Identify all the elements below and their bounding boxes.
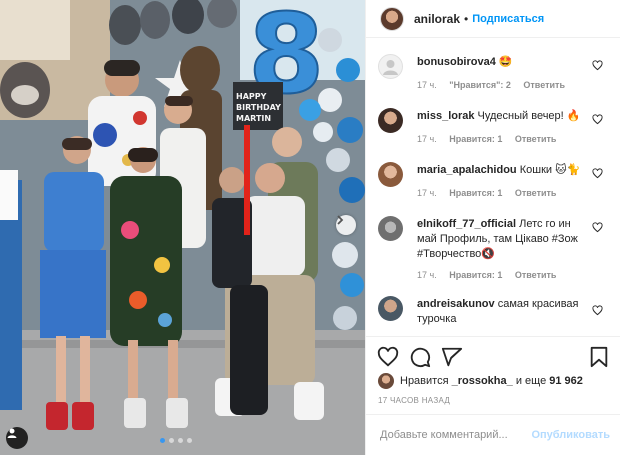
comment-username[interactable]: bonusobirova4 (417, 56, 496, 68)
avatar[interactable] (378, 162, 403, 187)
hashtag-link[interactable]: #Творчество (417, 248, 481, 260)
publish-button[interactable]: Опубликовать (531, 429, 610, 441)
comment-meta: 17 ч. Нравится: 1 Ответить (417, 134, 566, 144)
post-side-panel: anilorak • Подписаться bonusobirova4 🤩 1… (365, 0, 620, 455)
like-comment-heart-icon[interactable] (592, 168, 603, 179)
comment-username[interactable]: maria_apalachidou (417, 164, 517, 176)
comment-bubble-icon[interactable] (409, 346, 431, 368)
comment-meta: 17 ч. Нравится: 1 Ответить (417, 188, 566, 198)
carousel-dot (160, 438, 165, 443)
chevron-right-icon (337, 215, 344, 225)
comment-likes[interactable]: Нравится: 1 (449, 188, 502, 198)
comment-meta: 17 ч. Нравится: 1 Ответить (417, 270, 566, 280)
sign-line-1: HAPPY (236, 92, 267, 101)
comment-emoji: 🔇 (481, 248, 495, 260)
like-comment-heart-icon[interactable] (592, 222, 603, 233)
comment-item: miss_lorak Чудесный вечер! 🔥 17 ч. Нрави… (366, 108, 620, 148)
like-comment-heart-icon[interactable] (592, 305, 603, 316)
carousel-dot (187, 438, 192, 443)
comment-body: miss_lorak Чудесный вечер! 🔥 (417, 109, 590, 124)
carousel-indicator (160, 438, 192, 443)
like-heart-icon[interactable] (377, 346, 399, 368)
avatar[interactable] (378, 373, 394, 389)
likes-count[interactable]: 91 962 (549, 375, 583, 387)
comment-item: bonusobirova4 🤩 17 ч. "Нравится": 2 Отве… (366, 54, 620, 94)
comment-body: andreisakunov самая красивая турочка (417, 297, 590, 327)
instagram-post-frame: 8 HAPPY BIRTHDAY MARTIN anilorak • Подпи… (0, 0, 620, 455)
hashtag-link[interactable]: #Зож (552, 233, 578, 245)
like-comment-heart-icon[interactable] (592, 114, 603, 125)
carousel-dot (169, 438, 174, 443)
share-direct-icon[interactable] (441, 346, 463, 368)
reply-button[interactable]: Ответить (515, 270, 557, 280)
comment-item: elnikoff_77_official Летс го ин май Проф… (366, 216, 620, 286)
comment-text: Кошки 🐱🐈 (519, 164, 581, 176)
comment-text: 🤩 (498, 56, 513, 68)
comment-time[interactable]: 17 ч. (417, 80, 437, 90)
sign-line-3: MARTIN (236, 114, 271, 123)
user-icon (7, 428, 17, 438)
like-comment-heart-icon[interactable] (592, 60, 603, 71)
comment-body: maria_apalachidou Кошки 🐱🐈 (417, 163, 590, 178)
comment-item: maria_apalachidou Кошки 🐱🐈 17 ч. Нравитс… (366, 162, 620, 202)
comment-meta: 17 ч. "Нравится": 2 Ответить (417, 80, 575, 90)
sign-line-2: BIRTHDAY (236, 103, 281, 112)
comment-username[interactable]: elnikoff_77_official (417, 218, 516, 230)
likes-prefix: Нравится (400, 375, 449, 387)
post-actions-bar (366, 336, 620, 375)
post-header: anilorak • Подписаться (366, 0, 620, 38)
author-username[interactable]: anilorak (414, 12, 460, 26)
avatar[interactable] (378, 296, 403, 321)
comment-username[interactable]: miss_lorak (417, 110, 474, 122)
reply-button[interactable]: Ответить (523, 80, 565, 90)
comment-item: andreisakunov самая красивая турочка (366, 296, 620, 336)
likes-middle: и еще (515, 375, 547, 387)
photo-illustration: 8 HAPPY BIRTHDAY MARTIN (0, 0, 365, 455)
comment-input[interactable] (378, 428, 532, 442)
next-slide-button[interactable] (336, 215, 356, 235)
comment-likes[interactable]: Нравится: 1 (449, 270, 502, 280)
avatar[interactable] (380, 6, 404, 31)
post-photo[interactable]: 8 HAPPY BIRTHDAY MARTIN (0, 0, 365, 455)
likes-summary: Нравится _rossokha_ и еще 91 962 (378, 373, 612, 389)
save-bookmark-icon[interactable] (588, 346, 610, 368)
likes-user-link[interactable]: _rossokha_ (452, 375, 513, 387)
comment-likes[interactable]: Нравится: 1 (449, 134, 502, 144)
add-comment-bar: Опубликовать (366, 414, 620, 455)
comment-body: bonusobirova4 🤩 (417, 55, 590, 70)
comment-username[interactable]: andreisakunov (417, 298, 495, 310)
reply-button[interactable]: Ответить (515, 134, 557, 144)
comment-time[interactable]: 17 ч. (417, 188, 437, 198)
comment-time[interactable]: 17 ч. (417, 270, 437, 280)
avatar[interactable] (378, 54, 403, 79)
avatar[interactable] (378, 108, 403, 133)
post-timestamp[interactable]: 17 ЧАСОВ НАЗАД (378, 396, 450, 405)
tagged-users-button[interactable] (6, 427, 28, 449)
header-separator: • (464, 11, 469, 26)
reply-button[interactable]: Ответить (515, 188, 557, 198)
avatar[interactable] (378, 216, 403, 241)
carousel-dot (178, 438, 183, 443)
comment-likes[interactable]: "Нравится": 2 (449, 80, 511, 90)
default-avatar-icon (383, 60, 398, 75)
comment-text: Чудесный вечер! 🔥 (477, 110, 581, 122)
comment-body: elnikoff_77_official Летс го ин май Проф… (417, 217, 590, 262)
follow-button[interactable]: Подписаться (472, 13, 544, 25)
comment-time[interactable]: 17 ч. (417, 134, 437, 144)
